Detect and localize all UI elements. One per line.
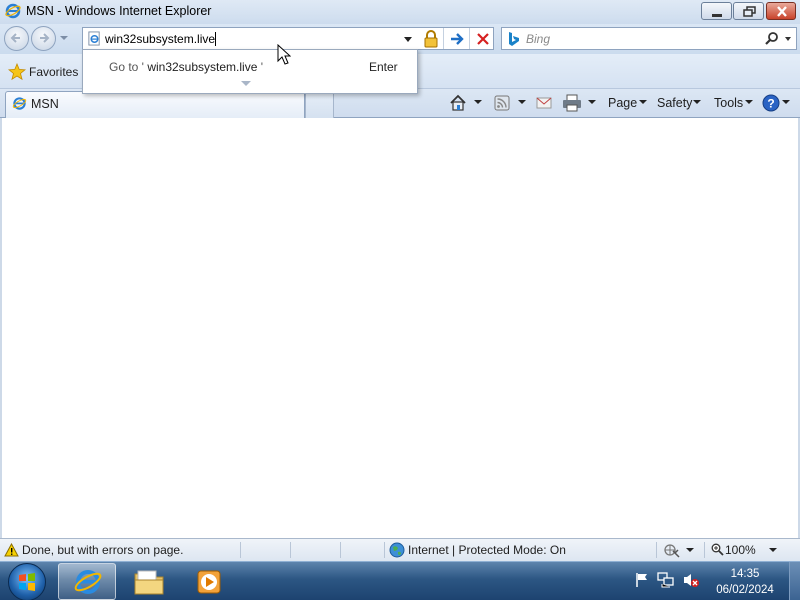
maximize-button[interactable] — [733, 2, 764, 20]
lock-icon[interactable] — [421, 29, 441, 49]
minimize-button[interactable] — [701, 2, 732, 20]
status-separator — [704, 542, 705, 558]
security-zone[interactable]: Internet | Protected Mode: On — [408, 543, 566, 557]
enter-hint: Enter — [369, 60, 398, 74]
search-input[interactable] — [526, 31, 756, 47]
address-autocomplete[interactable]: Go to ' win32subsystem.live ' Enter — [82, 49, 418, 94]
safety-menu[interactable]: Safety — [656, 92, 706, 114]
print-button[interactable] — [560, 92, 600, 114]
new-tab-button[interactable] — [305, 91, 334, 118]
page-icon — [12, 97, 27, 110]
page-icon — [88, 31, 100, 46]
warning-icon[interactable] — [4, 543, 19, 557]
action-center-flag-icon[interactable] — [634, 572, 650, 588]
status-separator — [384, 542, 385, 558]
bing-icon — [509, 32, 519, 46]
help-button[interactable]: ? — [762, 92, 794, 114]
internet-explorer-icon — [74, 570, 102, 594]
address-separator — [469, 28, 470, 49]
status-separator — [656, 542, 657, 558]
volume-muted-icon[interactable] — [682, 572, 700, 588]
forward-icon — [40, 33, 50, 43]
back-icon — [10, 33, 20, 43]
tab-msn[interactable]: MSN — [5, 91, 305, 118]
goto-suffix: ' — [260, 60, 264, 74]
protected-mode-icon[interactable] — [662, 542, 680, 558]
windows-logo-icon — [19, 573, 35, 591]
recent-pages-dropdown[interactable] — [60, 36, 68, 40]
address-input[interactable] — [105, 30, 395, 47]
clock-date: 06/02/2024 — [716, 584, 774, 596]
status-message: Done, but with errors on page. — [22, 543, 184, 557]
network-icon[interactable] — [657, 572, 675, 588]
search-icon[interactable] — [764, 31, 780, 47]
svg-text:?: ? — [767, 97, 774, 111]
stop-icon[interactable] — [473, 30, 493, 48]
search-box[interactable] — [501, 27, 797, 50]
forward-button[interactable] — [31, 26, 56, 51]
go-icon[interactable] — [447, 30, 467, 48]
chevron-down-icon — [745, 100, 753, 104]
taskbar-media-player[interactable] — [180, 563, 238, 600]
tab-label: MSN — [31, 97, 59, 111]
home-button[interactable] — [446, 92, 486, 114]
safety-menu-label: Safety — [657, 96, 693, 110]
zoom-dropdown[interactable] — [769, 548, 777, 552]
system-clock[interactable]: 14:35 06/02/2024 — [706, 566, 784, 598]
status-separator — [340, 542, 341, 558]
search-options-dropdown[interactable] — [785, 37, 791, 41]
tools-menu[interactable]: Tools — [713, 92, 757, 114]
page-content[interactable] — [0, 118, 800, 538]
chevron-down-icon[interactable] — [241, 81, 251, 86]
folder-icon — [134, 570, 164, 595]
title-bar: MSN - Windows Internet Explorer — [0, 0, 800, 24]
goto-url: win32subsystem.live — [147, 60, 258, 74]
taskbar: 14:35 06/02/2024 — [0, 561, 800, 600]
window-title: MSN - Windows Internet Explorer — [26, 4, 212, 18]
status-separator — [240, 542, 241, 558]
minimize-icon — [712, 14, 722, 17]
help-icon: ? — [762, 94, 780, 112]
mail-button[interactable] — [534, 92, 554, 114]
home-icon — [450, 94, 466, 111]
address-separator — [443, 28, 444, 49]
protected-mode-dropdown[interactable] — [686, 548, 694, 552]
back-button[interactable] — [4, 26, 29, 51]
text-caret — [215, 32, 216, 46]
media-player-icon — [197, 570, 221, 594]
start-button[interactable] — [8, 563, 46, 600]
taskbar-internet-explorer[interactable] — [58, 563, 116, 600]
status-separator — [290, 542, 291, 558]
internet-explorer-icon — [5, 3, 21, 19]
goto-prefix: Go to ' — [109, 60, 144, 74]
status-bar: Done, but with errors on page. Internet … — [0, 538, 800, 561]
home-dropdown[interactable] — [474, 100, 482, 104]
feeds-icon — [494, 95, 510, 111]
chevron-down-icon — [639, 100, 647, 104]
close-icon — [777, 6, 787, 17]
feeds-dropdown[interactable] — [518, 100, 526, 104]
chevron-down-icon — [693, 100, 701, 104]
close-button[interactable] — [766, 2, 796, 20]
print-dropdown[interactable] — [588, 100, 596, 104]
page-menu-label: Page — [608, 96, 638, 110]
globe-icon — [389, 542, 405, 558]
restore-icon — [743, 6, 756, 17]
mouse-cursor-icon — [277, 44, 291, 65]
page-menu[interactable]: Page — [606, 92, 650, 114]
tools-menu-label: Tools — [714, 96, 744, 110]
taskbar-windows-explorer[interactable] — [120, 563, 178, 600]
print-icon — [563, 94, 581, 112]
show-desktop-button[interactable] — [789, 562, 800, 600]
zoom-icon — [711, 543, 724, 556]
clock-time: 14:35 — [730, 568, 760, 580]
favorites-label: Favorites — [29, 65, 79, 79]
zoom-level[interactable]: 100% — [725, 543, 756, 557]
feeds-button[interactable] — [492, 92, 532, 114]
help-dropdown[interactable] — [782, 100, 790, 104]
star-icon — [8, 63, 26, 81]
mail-icon — [536, 97, 552, 109]
address-dropdown-button[interactable] — [404, 37, 412, 42]
autocomplete-goto[interactable]: Go to ' win32subsystem.live ' — [109, 60, 263, 74]
